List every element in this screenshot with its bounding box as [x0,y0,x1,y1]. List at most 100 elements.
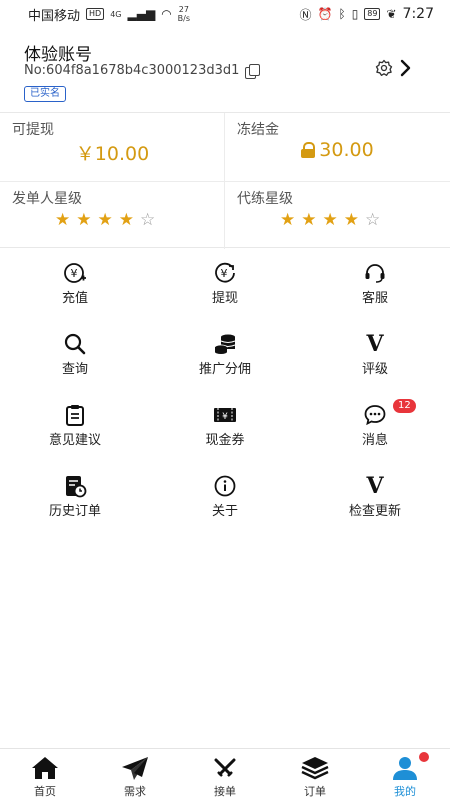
network-type: 4G [110,9,122,19]
profile-header[interactable]: 体验账号 No:604f8a1678b4c3000123d3d1 已实名 [0,28,450,110]
tab-orders[interactable]: 订单 [270,749,360,800]
settings-icon[interactable] [374,58,394,78]
vibrate-icon: ▯ [351,7,359,21]
publisher-rating-cell: 发单人星级 ★ ★ ★ ★ ☆ [0,181,225,249]
publisher-stars: ★ ★ ★ ★ ☆ [55,211,155,229]
bluetooth-icon: ᛒ [338,7,346,21]
customer-service-button[interactable]: 客服 [300,256,450,316]
frozen-cell[interactable]: 冻结金 30.00 [225,113,450,181]
frozen-label: 冻结金 [237,122,279,138]
frozen-amount: 30.00 [319,139,374,161]
nfc-icon: Ⓝ [299,7,312,22]
star-empty-icon: ☆ [365,210,381,230]
history-icon [66,476,87,498]
svg-text:¥: ¥ [71,267,78,280]
star-filled-icon: ★ [343,210,359,230]
withdraw-button[interactable]: ¥ 提现 [150,256,300,316]
chevron-right-icon[interactable] [398,58,414,78]
bottom-tab-bar: 首页 需求 接单 订单 我的 [0,748,450,800]
tab-orders-label: 订单 [304,785,326,798]
carrier-name: 中国移动 [28,8,81,24]
messages-label: 消息 [361,433,388,448]
tab-accept-label: 接单 [214,785,236,798]
query-label: 查询 [61,362,88,377]
wallet-panel: 可提现 ￥10.00 冻结金 30.00 发单人星级 ★ ★ ★ ★ ☆ 代练星级 ★ ★… [0,112,450,249]
rating-label: 评级 [361,362,388,377]
withdraw-icon: ¥ [215,262,235,283]
v-update-icon: V [366,473,384,499]
about-label: 关于 [211,504,238,519]
leaf-icon: ❦ [386,7,397,21]
about-button[interactable]: 关于 [150,469,300,529]
withdrawable-label: 可提现 [12,122,54,138]
star-filled-icon: ★ [118,210,134,230]
withdrawable-amount: ￥10.00 [75,143,150,165]
lock-icon [301,142,316,158]
battery-icon: 89 [364,8,381,20]
recharge-icon: ¥ [64,263,86,283]
clipboard-icon [66,405,84,426]
star-filled-icon: ★ [301,210,317,230]
messages-button[interactable]: 消息 [300,398,450,458]
v-rating-icon: V [366,331,384,357]
ticket-icon: ¥ [214,408,236,422]
publisher-rating-label: 发单人星级 [12,191,82,207]
star-filled-icon: ★ [97,210,113,230]
info-icon [214,475,236,497]
headset-icon [365,264,385,283]
copy-icon[interactable] [245,63,261,79]
user-icon [393,757,417,780]
paper-plane-icon [122,757,148,780]
crossed-swords-icon [214,758,236,777]
tab-accept[interactable]: 接单 [180,749,270,800]
tab-home[interactable]: 首页 [0,749,90,800]
account-id: No:604f8a1678b4c3000123d3d1 [24,63,240,78]
star-filled-icon: ★ [55,210,71,230]
verified-badge: 已实名 [24,86,66,102]
star-filled-icon: ★ [322,210,338,230]
feedback-button[interactable]: 意见建议 [0,398,150,458]
account-id-row: No:604f8a1678b4c3000123d3d1 [24,63,261,79]
svg-text:¥: ¥ [221,267,228,280]
booster-rating-label: 代练星级 [237,191,293,207]
withdraw-label: 提现 [211,291,238,306]
booster-stars: ★ ★ ★ ★ ☆ [280,211,380,229]
tab-demand[interactable]: 需求 [90,749,180,800]
notification-dot [419,752,429,762]
recharge-button[interactable]: ¥ 充值 [0,256,150,316]
star-filled-icon: ★ [76,210,92,230]
hd-indicator: HD [86,8,105,20]
star-filled-icon: ★ [280,210,296,230]
network-speed: 27 B/s [178,5,190,23]
history-orders-button[interactable]: 历史订单 [0,469,150,529]
coupon-label: 现金券 [205,433,245,448]
signal-icon: ▂▄▆ [127,7,156,21]
svg-text:¥: ¥ [222,412,228,422]
tab-mine[interactable]: 我的 [360,749,450,800]
withdrawable-cell[interactable]: 可提现 ￥10.00 [0,113,225,181]
rating-button[interactable]: V 评级 [300,327,450,387]
history-orders-label: 历史订单 [48,504,101,519]
customer-service-label: 客服 [361,291,388,306]
tab-mine-label: 我的 [394,785,416,798]
star-empty-icon: ☆ [140,210,156,230]
account-name: 体验账号 [24,45,92,65]
messages-badge: 12 [393,399,416,413]
query-button[interactable]: 查询 [0,327,150,387]
search-icon [64,333,86,355]
layers-icon [301,757,329,780]
feedback-label: 意见建议 [48,433,101,448]
tab-home-label: 首页 [34,785,56,798]
check-update-label: 检查更新 [348,504,401,519]
referral-label: 推广分佣 [198,362,251,377]
chat-bubble-icon [364,405,386,426]
tab-demand-label: 需求 [124,785,146,798]
coin-stack-icon [214,334,236,354]
coupon-button[interactable]: ¥ 现金券 [150,398,300,458]
check-update-button[interactable]: V 检查更新 [300,469,450,529]
recharge-label: 充值 [61,291,88,306]
home-icon [32,757,58,779]
referral-button[interactable]: 推广分佣 [150,327,300,387]
frozen-amount-row: 30.00 [225,139,450,161]
wifi-icon: ◠ [161,7,172,21]
